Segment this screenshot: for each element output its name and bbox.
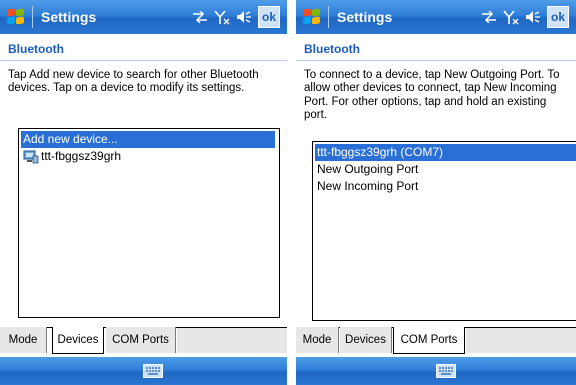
list-item-device[interactable]: ttt-fbggsz39grh [19,148,279,165]
list-item-label: ttt-fbggsz39grh (COM7) [317,145,444,159]
tab-bar-filler [177,327,287,353]
keyboard-icon[interactable] [143,364,163,378]
device-list[interactable]: Add new device... ttt-fbggsz39grh [18,128,280,318]
volume-icon[interactable] [236,10,252,24]
connectivity-arrows-icon[interactable] [481,11,497,23]
tab-bar: Mode Devices COM Ports [296,327,576,357]
start-button[interactable] [296,0,328,34]
com-ports-screen: Settings ok Bluetooth To connect to a de… [296,0,576,385]
tab-devices[interactable]: Devices [52,327,104,354]
ok-button[interactable]: ok [547,6,569,28]
section-divider [0,60,287,61]
tab-mode[interactable]: Mode [0,327,47,353]
section-divider [296,60,576,61]
menu-bar [0,357,287,385]
menu-bar [296,357,576,385]
list-item-label: New Outgoing Port [317,162,419,176]
app-title: Settings [337,9,393,25]
list-item-port-com7[interactable]: ttt-fbggsz39grh (COM7) [315,144,576,161]
list-item-label: Add new device... [23,132,118,146]
connectivity-arrows-icon[interactable] [192,11,208,23]
list-item-add-new-device[interactable]: Add new device... [21,131,275,148]
windows-flag-icon [303,8,321,25]
devices-screen: Settings ok Bluetooth Tap Add new device… [0,0,287,385]
volume-icon[interactable] [525,10,541,24]
tab-com-ports[interactable]: COM Ports [393,327,465,354]
tab-bar: Mode Devices COM Ports [0,327,287,357]
no-signal-icon[interactable] [214,9,230,25]
list-item-label: ttt-fbggsz39grh [41,149,122,163]
tab-mode[interactable]: Mode [296,327,339,353]
list-item-new-outgoing-port[interactable]: New Outgoing Port [313,161,576,178]
title-bar: Settings ok [296,0,576,34]
tab-bar-filler [466,327,576,353]
section-title: Bluetooth [8,42,64,56]
port-list[interactable]: ttt-fbggsz39grh (COM7) New Outgoing Port… [312,141,576,321]
list-item-label: New Incoming Port [317,179,419,193]
windows-flag-icon [7,8,25,25]
title-separator [32,6,33,28]
instructions-text: To connect to a device, tap New Outgoing… [304,69,560,122]
start-button[interactable] [0,0,32,34]
title-bar: Settings ok [0,0,287,34]
title-separator [328,6,329,28]
instructions-text: Tap Add new device to search for other B… [8,69,259,95]
tab-com-ports[interactable]: COM Ports [106,327,176,353]
list-item-new-incoming-port[interactable]: New Incoming Port [313,178,576,195]
app-title: Settings [41,9,97,25]
bluetooth-computer-icon [23,150,39,163]
tab-devices[interactable]: Devices [340,327,392,353]
no-signal-icon[interactable] [503,9,519,25]
section-title: Bluetooth [304,42,360,56]
keyboard-icon[interactable] [436,364,456,378]
ok-button[interactable]: ok [258,6,280,28]
